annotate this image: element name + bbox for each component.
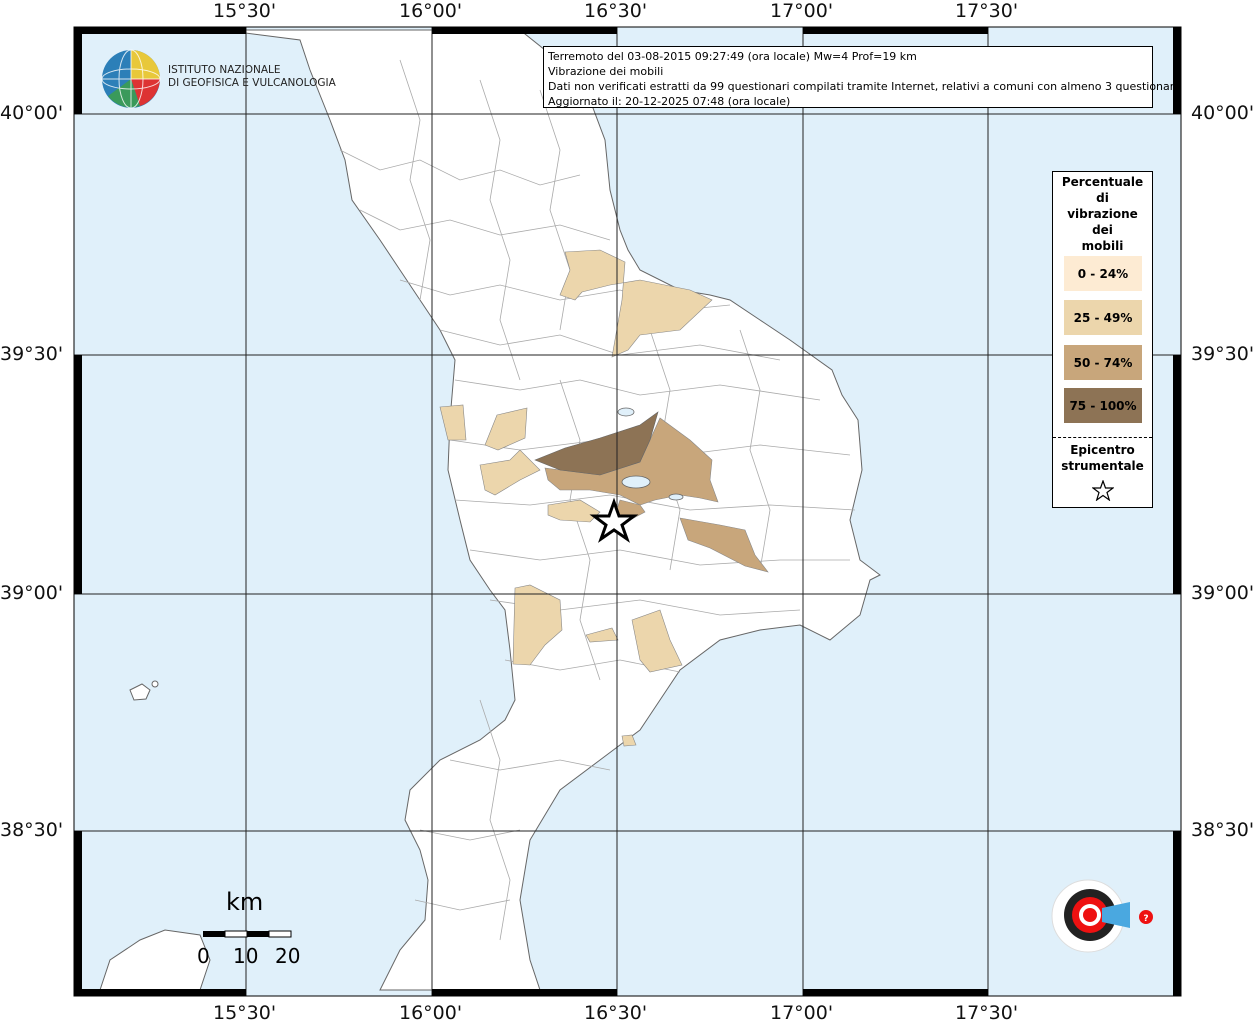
ingv-name-line1: ISTITUTO NAZIONALE (168, 64, 281, 76)
legend-epicenter-line: Epicentro (1070, 443, 1135, 457)
lon-label-top: 17°30' (955, 0, 1019, 22)
legend-divider (1053, 437, 1152, 438)
ingv-globe-logo (101, 49, 161, 109)
lat-label-right: 38°30' (1191, 819, 1255, 841)
lat-label-right: 39°00' (1191, 582, 1255, 604)
scale-tick-0: 0 (197, 944, 210, 968)
event-title: Terremoto del 03-08-2015 09:27:49 (ora l… (548, 50, 917, 63)
scale-unit: km (226, 888, 264, 916)
lake (617, 407, 635, 417)
lon-label-top: 16°30' (584, 0, 648, 22)
lat-label-left: 40°00' (0, 102, 64, 124)
ingv-name: ISTITUTO NAZIONALE DI GEOFISICA E VULCAN… (168, 64, 336, 90)
legend-class-50-74: 50 - 74% (1064, 345, 1142, 380)
lon-label-top: 16°00' (399, 0, 463, 22)
badge-question-icon: ? (1143, 914, 1148, 924)
haisentito-badge-logo: ? (1051, 879, 1153, 953)
lon-label-top: 15°30' (213, 0, 277, 22)
legend-title-line: Percentuale (1061, 175, 1144, 189)
event-updated: Aggiornato il: 20-12-2025 07:48 (ora loc… (548, 95, 791, 108)
scale-tick-10: 10 (233, 944, 259, 968)
legend-title-line: vibrazione (1067, 207, 1138, 221)
legend-star-icon (1092, 480, 1114, 501)
lat-label-left: 39°30' (0, 343, 64, 365)
event-data-note: Dati non verificati estratti da 99 quest… (548, 80, 1181, 93)
lat-label-right: 39°30' (1191, 343, 1255, 365)
scale-tick-20: 20 (275, 944, 301, 968)
lon-label-bottom: 15°30' (213, 1002, 277, 1024)
legend-epicenter-title: Epicentro strumentale (1053, 442, 1152, 474)
island (151, 680, 159, 688)
lon-label-top: 17°00' (770, 0, 834, 22)
legend-title-line: di (1096, 191, 1109, 205)
legend-class-0-24: 0 - 24% (1064, 256, 1142, 291)
lake (668, 493, 684, 501)
ingv-name-line2: DI GEOFISICA E VULCANOLOGIA (168, 77, 336, 89)
legend-title-line: dei (1092, 223, 1113, 237)
lon-label-bottom: 17°30' (955, 1002, 1019, 1024)
legend-class-75-100: 75 - 100% (1064, 388, 1142, 423)
lat-label-left: 39°00' (0, 582, 64, 604)
lat-label-left: 38°30' (0, 819, 64, 841)
legend-title-line: mobili (1081, 239, 1124, 253)
legend: Percentuale di vibrazione dei mobili 0 -… (1052, 171, 1153, 508)
event-info-box: Terremoto del 03-08-2015 09:27:49 (ora l… (543, 46, 1181, 108)
lon-label-bottom: 16°00' (399, 1002, 463, 1024)
lat-label-right: 40°00' (1191, 102, 1255, 124)
scale-bar (203, 930, 292, 938)
lake (621, 475, 651, 489)
legend-epicenter-line: strumentale (1061, 459, 1144, 473)
lon-label-bottom: 16°30' (584, 1002, 648, 1024)
legend-class-25-49: 25 - 49% (1064, 300, 1142, 335)
lon-label-bottom: 17°00' (770, 1002, 834, 1024)
event-subtitle: Vibrazione dei mobili (548, 65, 664, 78)
legend-title: Percentuale di vibrazione dei mobili (1053, 174, 1152, 254)
